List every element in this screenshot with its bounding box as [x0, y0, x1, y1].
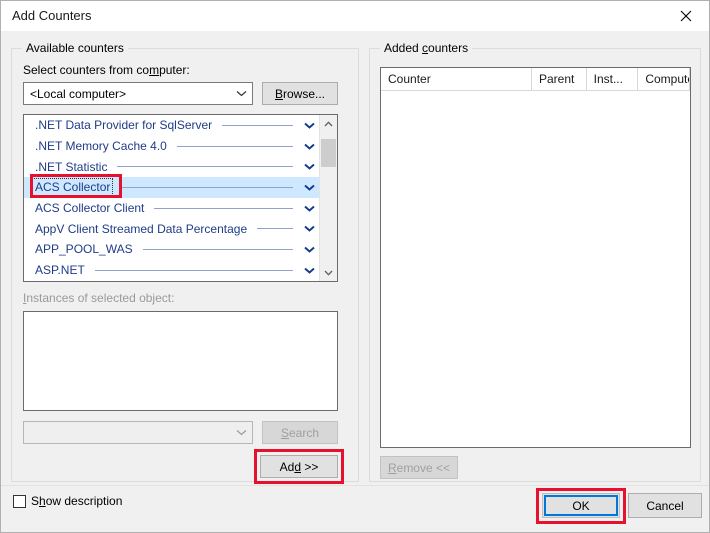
counter-list-item[interactable]: ASP.NET [24, 260, 319, 281]
add-counters-dialog: Add Counters Available counters Select c… [0, 0, 710, 533]
computer-select-value: <Local computer> [30, 86, 127, 101]
column-header[interactable]: Parent [532, 68, 587, 90]
chevron-down-icon[interactable] [299, 143, 319, 150]
counter-list-item[interactable]: .NET Data Provider for SqlServer [24, 115, 319, 136]
chevron-down-icon[interactable] [299, 246, 319, 253]
counter-list-item[interactable]: .NET Memory Cache 4.0 [24, 136, 319, 157]
counter-list-item[interactable]: APP_POOL_WAS [24, 239, 319, 260]
search-button[interactable]: Search [262, 421, 338, 444]
chevron-down-icon [230, 90, 252, 97]
counter-list-item-label: AppV Client Streamed Data Percentage [35, 221, 248, 236]
counter-list-item-label: ASP.NET [35, 263, 85, 278]
ok-button[interactable]: OK [542, 493, 620, 518]
show-description-label: Show description [31, 494, 123, 508]
chevron-down-icon[interactable] [299, 225, 319, 233]
column-header[interactable]: Computer [638, 68, 690, 90]
counter-leader-line [257, 228, 293, 230]
counter-list-item-label: ACS Collector Client [35, 201, 145, 216]
counter-list-item[interactable]: ACS Collector Client [24, 198, 319, 219]
cancel-button[interactable]: Cancel [628, 493, 702, 518]
column-header[interactable]: Counter [381, 68, 532, 90]
added-counters-table[interactable]: CounterParentInst...Computer [380, 67, 691, 448]
footer-separator [1, 485, 709, 486]
available-counters-legend: Available counters [22, 41, 128, 55]
counter-leader-line [222, 124, 293, 126]
counter-list-item-label: .NET Data Provider for SqlServer [35, 118, 213, 133]
counter-list-item[interactable]: .NET Statistic [24, 156, 319, 177]
scrollbar-thumb[interactable] [321, 139, 336, 167]
window-title: Add Counters [12, 8, 92, 23]
add-button[interactable]: Add >> [260, 455, 338, 478]
show-description-box[interactable] [13, 494, 26, 508]
counter-list-scrollbar[interactable] [319, 115, 337, 281]
computer-select-combobox[interactable]: <Local computer> [23, 82, 253, 105]
chevron-down-icon[interactable] [299, 163, 319, 170]
instances-label: Instances of selected object: [23, 291, 175, 305]
chevron-down-icon [230, 429, 252, 436]
title-bar: Add Counters [1, 1, 709, 32]
counter-leader-line [120, 186, 293, 188]
search-combobox[interactable] [23, 421, 253, 444]
counter-list-item-label: ACS Collector [31, 178, 114, 197]
added-counters-header-row: CounterParentInst...Computer [381, 68, 690, 91]
counter-leader-line [117, 166, 293, 168]
counter-leader-line [142, 248, 293, 250]
counter-leader-line [94, 269, 293, 271]
counter-list-item-label: .NET Statistic [35, 159, 108, 174]
show-description-checkbox[interactable]: Show description [13, 494, 122, 508]
counter-list-item-label: .NET Memory Cache 4.0 [35, 139, 167, 154]
counter-leader-line [176, 145, 293, 147]
instances-list[interactable] [23, 311, 338, 411]
chevron-down-icon[interactable] [299, 267, 319, 274]
chevron-down-icon[interactable] [299, 205, 319, 212]
counter-list-item[interactable]: AppV Client Streamed Data Percentage [24, 218, 319, 239]
browse-button[interactable]: Browse... [262, 82, 338, 105]
counter-list-item[interactable]: ACS Collector [24, 177, 319, 198]
scroll-up-icon[interactable] [320, 115, 337, 132]
counter-list-viewport[interactable]: .NET Data Provider for SqlServer .NET Mem… [24, 115, 319, 281]
counter-list-item-label: APP_POOL_WAS [35, 242, 133, 257]
added-counters-legend: Added counters [380, 41, 473, 55]
select-computer-label: Select counters from computer: [23, 63, 190, 77]
column-header[interactable]: Inst... [587, 68, 639, 90]
chevron-down-icon[interactable] [299, 184, 319, 191]
chevron-down-icon[interactable] [299, 122, 319, 129]
scroll-down-icon[interactable] [320, 264, 337, 281]
remove-button[interactable]: Remove << [380, 456, 458, 479]
close-icon[interactable] [663, 1, 709, 30]
counter-leader-line [154, 207, 293, 209]
available-counters-list[interactable]: .NET Data Provider for SqlServer .NET Mem… [23, 114, 338, 282]
